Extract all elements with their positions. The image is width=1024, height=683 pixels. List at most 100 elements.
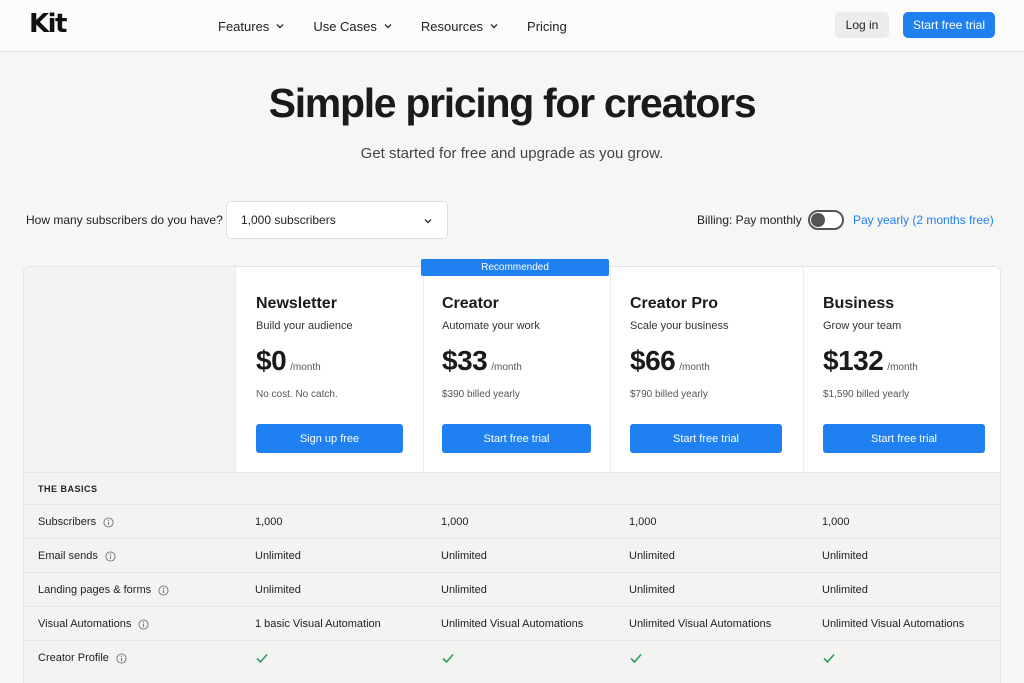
pricing-table: Newsletter Build your audience $0/month … [23,266,1001,683]
check-icon [823,653,835,664]
plan-price: $132/month [823,345,918,377]
billing-toggle[interactable] [808,210,844,230]
kit-logo[interactable]: Kit [29,9,68,39]
table-cell: 1,000 [822,516,850,528]
subscribers-select[interactable]: 1,000 subscribers [226,201,448,239]
row-label-text: Subscribers [38,516,97,528]
check-icon [630,653,642,664]
table-cell: Unlimited Visual Automations [629,618,772,630]
table-cell: 1,000 [255,516,283,528]
info-icon[interactable] [138,618,149,630]
plan-name: Newsletter [256,295,337,312]
table-cell: Unlimited [255,584,301,596]
plan-period: /month [679,362,710,373]
plan-note: $390 billed yearly [442,389,520,400]
table-cell: 1,000 [629,516,657,528]
nav-resources-label: Resources [420,18,484,34]
section-title: THE BASICS [38,484,98,494]
table-cell: Unlimited [822,584,868,596]
start-trial-creator-pro-button[interactable]: Start free trial [630,424,782,453]
plan-period: /month [290,362,321,373]
table-row: Email sends Unlimited Unlimited Unlimite… [24,538,1000,572]
table-cell: Unlimited [441,584,487,596]
row-label: Landing pages & forms [38,584,169,596]
sign-up-free-button[interactable]: Sign up free [256,424,403,453]
row-label-text: Email sends [38,550,98,562]
page-title: Simple pricing for creators [268,80,757,126]
plan-tagline: Build your audience [256,320,353,332]
row-label-text: Landing pages & forms [38,584,152,596]
nav-pricing[interactable]: Pricing [527,19,567,34]
table-cell: Unlimited [822,550,868,562]
table-cell: Unlimited [629,584,675,596]
start-trial-creator-button[interactable]: Start free trial [442,424,591,453]
info-icon[interactable] [103,516,114,528]
table-cell: Unlimited Visual Automations [441,618,584,630]
table-cell: 1,000 [441,516,469,528]
row-label-text: Visual Automations [38,618,132,630]
info-icon[interactable] [105,550,116,562]
plan-price-value: $0 [256,345,287,376]
page-subtitle: Get started for free and upgrade as you … [360,145,664,162]
section-header: THE BASICS [24,472,1000,504]
plan-name: Creator [442,295,499,312]
row-label: Visual Automations [38,618,149,630]
chevron-down-icon [424,219,432,224]
table-cell: Unlimited [441,550,487,562]
chevron-down-icon [276,24,284,29]
row-label-text: Creator Profile [38,652,109,664]
plan-price: $33/month [442,345,522,377]
check-icon [256,653,268,664]
plan-tagline: Automate your work [442,320,540,332]
table-row: Landing pages & forms Unlimited Unlimite… [24,572,1000,606]
recommended-badge: Recommended [421,259,609,276]
row-label: Subscribers [38,516,114,528]
info-icon[interactable] [158,584,169,596]
info-icon[interactable] [116,652,127,664]
top-nav: Kit Features Use Cases Resources Pricing… [0,0,1024,52]
nav-resources[interactable]: Resources [421,19,499,34]
toggle-knob [811,213,825,227]
subscribers-select-value: 1,000 subscribers [241,213,336,227]
table-cell: Unlimited [255,550,301,562]
nav-use-cases[interactable]: Use Cases [313,19,393,34]
start-trial-nav-button[interactable]: Start free trial [903,12,995,38]
nav-use-cases-label: Use Cases [313,18,377,34]
billing-label: Billing: Pay monthly [697,213,802,227]
nav-features[interactable]: Features [218,19,285,34]
plan-price-value: $132 [823,345,884,376]
start-trial-business-button[interactable]: Start free trial [823,424,985,453]
row-label: Creator Profile [38,652,127,664]
table-row: Creator Profile [24,640,1000,674]
chevron-down-icon [384,24,392,29]
plan-card-creator: Creator Automate your work $33/month $39… [423,267,610,472]
check-icon [442,653,454,664]
plan-price-value: $66 [630,345,676,376]
chevron-down-icon [490,24,498,29]
plan-name: Business [823,295,895,312]
plan-note: $1,590 billed yearly [823,389,910,400]
pay-yearly-label[interactable]: Pay yearly (2 months free) [853,213,994,227]
plan-tagline: Scale your business [630,320,729,332]
plan-period: /month [887,362,918,373]
plan-note: No cost. No catch. [256,389,338,400]
subscribers-question: How many subscribers do you have? [26,213,223,227]
table-cell: Unlimited [629,550,675,562]
table-row: Visual Automations 1 basic Visual Automa… [24,606,1000,640]
plan-price: $0/month [256,345,321,377]
table-cell: Unlimited Visual Automations [822,618,965,630]
plan-card-creator-pro: Creator Pro Scale your business $66/mont… [610,267,803,472]
plan-note: $790 billed yearly [630,389,708,400]
plan-tagline: Grow your team [823,320,902,332]
table-cell: 1 basic Visual Automation [255,618,381,630]
nav-features-label: Features [218,18,270,34]
row-label: Email sends [38,550,116,562]
login-button[interactable]: Log in [835,12,889,38]
plan-card-newsletter: Newsletter Build your audience $0/month … [235,267,423,472]
plan-card-business: Business Grow your team $132/month $1,59… [803,267,1000,472]
plan-name: Creator Pro [630,295,719,312]
plan-price-value: $33 [442,345,488,376]
nav-pricing-label: Pricing [527,18,567,34]
plan-price: $66/month [630,345,710,377]
table-row: Subscribers 1,000 1,000 1,000 1,000 [24,504,1000,538]
